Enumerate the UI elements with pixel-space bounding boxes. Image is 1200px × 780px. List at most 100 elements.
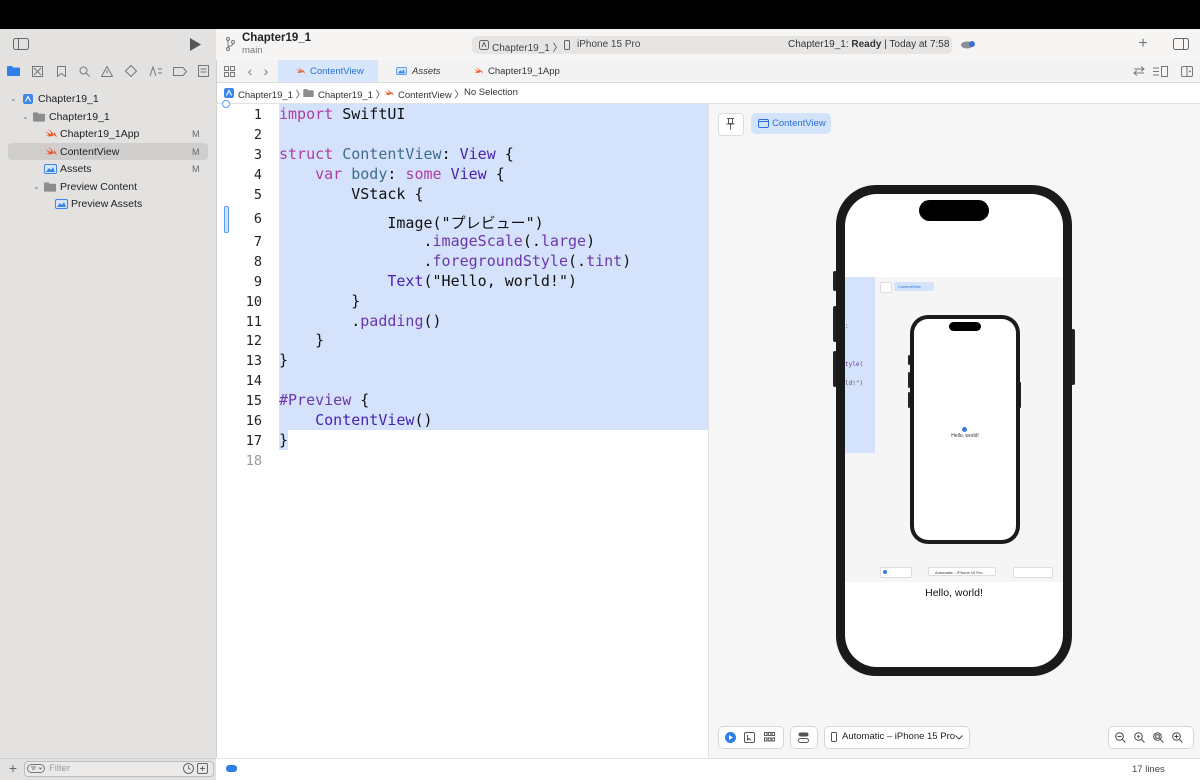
preview-selector-label: ContentView [772,118,826,129]
line-number: 10 [245,294,262,310]
show-changed-files-icon[interactable] [196,762,208,774]
navigator-item-preview-content[interactable]: ⌄ Preview Content [0,178,216,195]
line-number: 11 [245,314,262,330]
tab-assets[interactable]: Assets [396,60,441,82]
jumpbar-crumb-selection[interactable]: No Selection [464,87,518,98]
report-navigator-icon[interactable] [196,64,210,78]
swift-file-icon [384,88,394,97]
modified-badge: M [192,128,200,139]
navigator-item-label: Preview Assets [71,197,143,210]
nested-hello-text: Hello, world! [951,433,979,439]
add-file-plus-icon[interactable]: + [6,760,20,776]
code-line-4: var body: some View { [279,165,505,183]
dynamic-island [919,200,989,221]
enum-case: tint [586,252,623,270]
debug-navigator-icon[interactable] [148,64,164,78]
navigator-item-preview-assets[interactable]: Preview Assets [0,195,216,212]
change-indicator-bar[interactable] [224,206,229,233]
sidebar-toggle-icon[interactable] [12,37,30,51]
type-reference: ContentView [315,411,415,429]
editor-options-icon[interactable] [1152,64,1168,78]
nested-code-fragment: ld!") [845,380,864,387]
line-number: 1 [253,107,262,123]
crumb-label: ContentView [398,90,452,101]
code-text: . [279,312,361,330]
navigator-item-group[interactable]: ⌄ Chapter19_1 [0,108,216,125]
line-number: 13 [245,353,262,369]
zoom-to-fit-icon[interactable] [1152,731,1164,743]
run-play-icon[interactable] [187,37,203,51]
breakpoint-navigator-icon[interactable] [172,64,188,78]
swap-arrows-icon[interactable] [1132,64,1146,78]
method-call: imageScale [432,232,523,250]
split-editor-icon[interactable] [1180,64,1194,78]
iphone-device-icon [830,731,838,743]
line-number: 2 [253,127,262,143]
test-navigator-diamond-icon[interactable] [124,64,138,78]
jumpbar-crumb-file[interactable]: ContentView 〉 [398,87,464,101]
type-reference: View [459,145,496,163]
view-window-icon [757,118,769,129]
property-name: body [342,165,388,183]
navigator-item-project[interactable]: ⌄ Chapter19_1 [0,90,216,107]
code-text: () [414,411,433,429]
line-number: 16 [245,413,262,429]
source-control-branch-icon [223,36,237,52]
nested-pin-button [880,282,892,293]
issue-warning-icon[interactable] [100,64,114,78]
disclosure-chevron-icon[interactable]: ⌄ [10,94,17,103]
navigator-item-label: Chapter19_1App [60,127,140,140]
modified-badge: M [192,163,200,174]
activity-status: Chapter19_1: Ready | Today at 7:58 [788,39,949,50]
navigator-item-assets[interactable]: Assets M [0,160,216,177]
live-preview-play-icon[interactable] [724,731,736,743]
code-text: ) [622,252,632,270]
recent-files-clock-icon[interactable] [182,762,194,774]
method-call: padding [360,312,424,330]
code-text: { [486,165,505,183]
variants-grid-icon[interactable] [763,731,775,743]
code-line-9: Text("Hello, world!") [279,272,577,290]
forward-chevron-icon[interactable]: › [260,63,272,79]
related-items-grid-icon[interactable] [222,64,236,78]
code-text: () [423,312,442,330]
macro: #Preview [279,391,352,409]
disclosure-chevron-icon[interactable]: ⌄ [22,112,29,121]
navigator-item-contentview[interactable]: ContentView M [0,143,216,160]
xcode-project-icon [23,93,33,104]
scheme-selector[interactable]: Chapter19_1 〉 [492,39,563,54]
jumpbar-crumb-group[interactable]: Chapter19_1 〉 [318,87,385,101]
selectable-mode-icon[interactable] [743,731,755,743]
source-control-navigator-icon[interactable] [30,64,44,78]
zoom-actual-size-icon[interactable] [1133,731,1145,743]
project-navigator-folder-icon[interactable] [6,64,20,78]
zoom-in-icon[interactable] [1171,731,1183,743]
asset-catalog-icon [44,163,57,174]
modified-badge: M [192,146,200,157]
inspector-toggle-icon[interactable] [1172,37,1190,51]
swift-file-icon [296,67,305,74]
filter-options-icon[interactable] [27,763,45,773]
line-number: 15 [245,393,262,409]
navigator-item-label: Chapter19_1 [38,92,99,105]
tab-contentview[interactable]: ContentView [296,60,364,82]
zoom-out-icon[interactable] [1114,731,1126,743]
code-text: SwiftUI [333,105,406,123]
run-destination[interactable]: iPhone 15 Pro [577,39,640,50]
back-chevron-icon[interactable]: ‹ [244,63,256,79]
tab-chapter19-1app[interactable]: Chapter19_1App [474,60,560,82]
add-plus-icon[interactable]: + [1136,35,1150,52]
editor-status-bar [217,758,1200,780]
debug-area-toggle-icon[interactable] [226,765,237,772]
find-navigator-search-icon[interactable] [77,64,91,78]
enum-case: large [540,232,587,250]
code-line-5: VStack { [279,185,424,203]
navigator-item-app-file[interactable]: Chapter19_1App M [0,125,216,142]
app-scheme-icon[interactable] [478,39,489,50]
code-line-16: ContentView() [279,411,433,429]
jumpbar-crumb-project[interactable]: Chapter19_1 〉 [238,87,305,101]
xcode-project-icon [223,87,234,98]
disclosure-chevron-icon[interactable]: ⌄ [33,182,40,191]
bookmark-icon[interactable] [54,64,68,78]
